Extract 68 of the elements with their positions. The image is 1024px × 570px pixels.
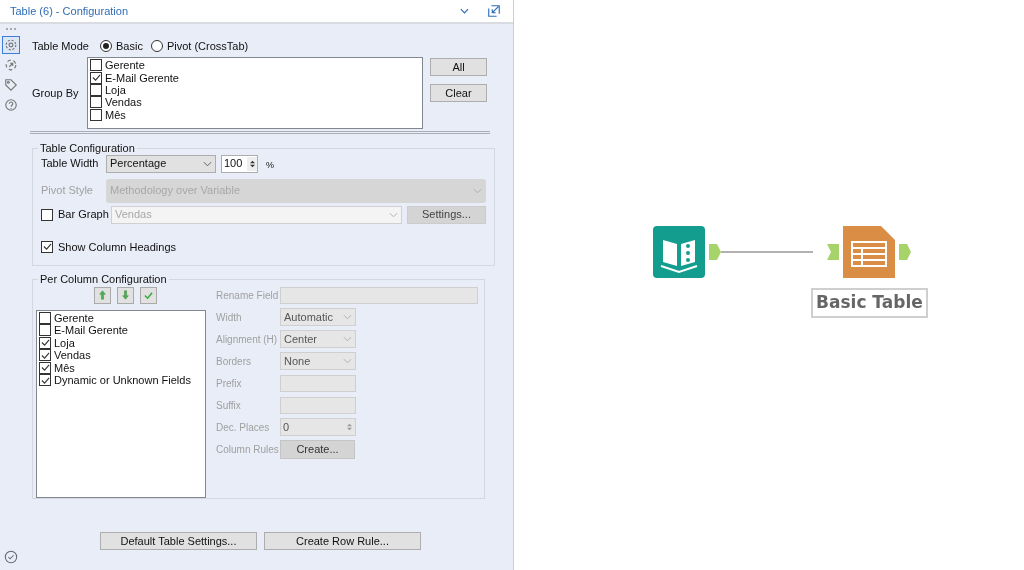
field-label: Vendas (54, 349, 91, 362)
checkbox[interactable] (90, 108, 102, 121)
field-label: E-Mail Gerente (54, 324, 128, 337)
settings-icon[interactable] (2, 36, 20, 54)
caret-icon (343, 358, 352, 364)
property-label: Column Rules (216, 442, 280, 457)
caret-icon (389, 211, 398, 218)
field-label: E-Mail Gerente (105, 71, 179, 84)
help-icon[interactable] (2, 96, 20, 114)
field-label: Mês (54, 361, 75, 374)
field-label: Gerente (105, 59, 145, 72)
book-node-icon[interactable] (653, 226, 705, 278)
show-column-headings-checkbox[interactable]: Show Column Headings (41, 238, 176, 255)
field-label: Mês (105, 108, 126, 121)
radio-option[interactable]: Basic (100, 37, 143, 55)
collapse-icon[interactable] (460, 8, 469, 14)
pivot-style-label: Pivot Style (41, 183, 94, 199)
group-title: Per Column Configuration (39, 272, 168, 287)
checkbox[interactable] (90, 59, 102, 72)
list-button[interactable]: Clear (430, 84, 487, 102)
down-arrow-icon (122, 289, 129, 301)
field-label: Gerente (54, 311, 94, 324)
tag-icon[interactable] (2, 76, 20, 94)
field-label: Loja (105, 83, 126, 96)
undock-icon[interactable] (487, 4, 501, 18)
caret-icon (203, 160, 212, 167)
property-label: Prefix (216, 376, 243, 391)
group-by-label: Group By (32, 85, 79, 101)
table-width-select[interactable]: Percentage (106, 154, 216, 173)
bar-graph-checkbox[interactable]: Bar Graph (41, 206, 111, 223)
checkmark-icon (91, 73, 101, 83)
property-label: Suffix (216, 398, 242, 413)
field-label: Dynamic or Unknown Fields (54, 374, 191, 387)
field-label: Vendas (105, 96, 142, 109)
move-down-button[interactable] (117, 286, 134, 304)
footer-button[interactable]: Create Row Rule... (264, 532, 421, 550)
panel-title: Table (6) - Configuration (10, 3, 129, 19)
input-anchor-icon[interactable] (827, 244, 840, 260)
checkbox[interactable] (90, 71, 102, 84)
group-by-list[interactable]: Gerente E-Mail Gerente Loja Vendas Mês (87, 57, 423, 129)
spinner-icon[interactable] (247, 156, 257, 171)
property-label: Alignment (H) (216, 332, 279, 347)
checkmark-icon (42, 242, 52, 252)
check-circle-icon[interactable] (4, 550, 18, 564)
checkmark-icon (144, 290, 153, 300)
unit-label: % (266, 158, 274, 172)
caret-icon (343, 314, 352, 320)
table-mode-label: Table Mode (32, 38, 90, 54)
node-label: Basic Table (811, 288, 928, 318)
footer-button[interactable]: Default Table Settings... (100, 532, 257, 550)
table-node-icon[interactable] (843, 226, 896, 278)
move-up-button[interactable] (94, 286, 111, 304)
property-label: Rename Field (216, 288, 280, 303)
caret-icon (473, 187, 482, 194)
settings-button[interactable]: Settings... (407, 205, 486, 224)
property-label: Width (216, 310, 243, 325)
list-button[interactable]: All (430, 58, 487, 76)
field-label: Loja (54, 336, 75, 349)
table-width-label: Table Width (41, 156, 98, 172)
number-field[interactable]: 100 (221, 154, 258, 173)
group-title: Table Configuration (39, 141, 136, 156)
caret-icon (343, 336, 352, 342)
radio-option[interactable]: Pivot (CrossTab) (150, 37, 249, 55)
property-label: Dec. Places (216, 420, 271, 435)
up-arrow-icon (99, 289, 106, 301)
property-label: Borders (216, 354, 252, 369)
checkbox[interactable] (90, 96, 102, 109)
select-all-button[interactable] (140, 286, 157, 304)
